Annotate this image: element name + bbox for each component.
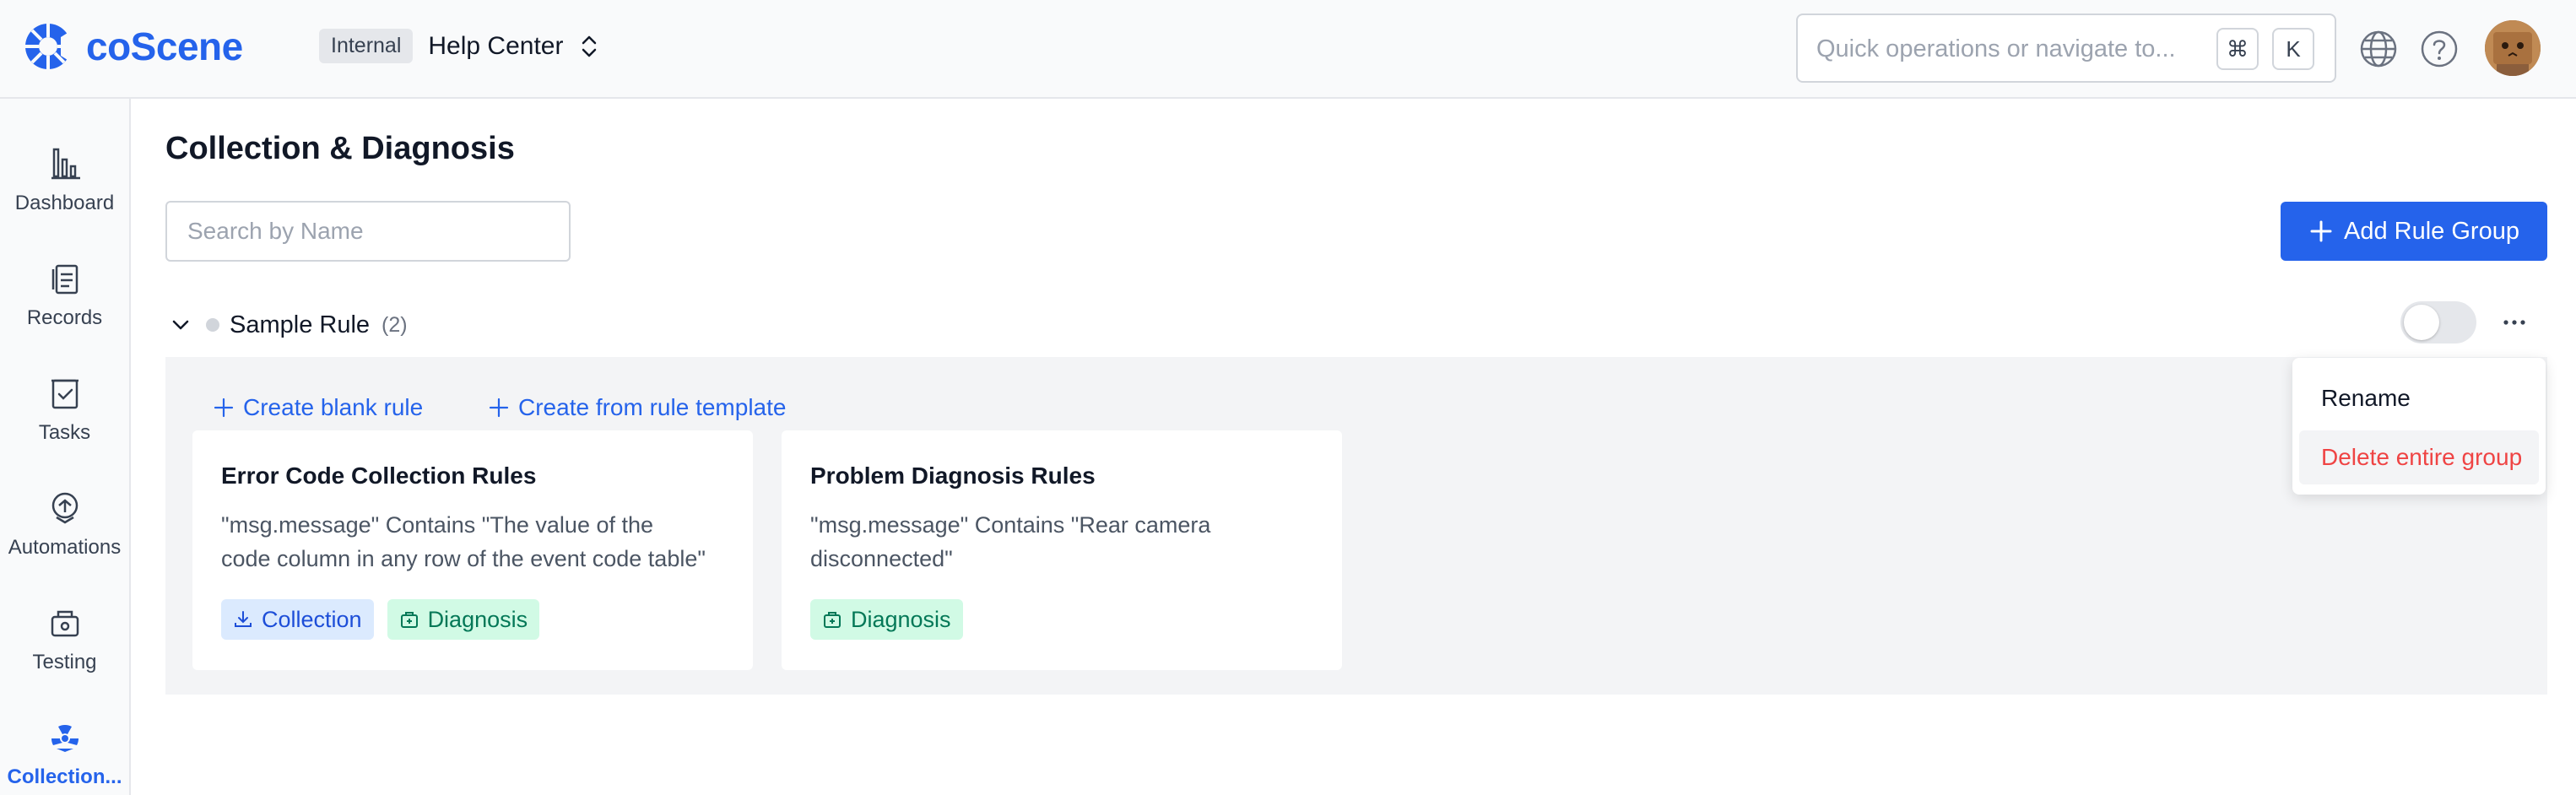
project-visibility-badge: Internal: [319, 29, 414, 63]
toggle-knob: [2404, 305, 2439, 340]
more-horizontal-icon[interactable]: [2500, 308, 2529, 337]
help-icon[interactable]: [2419, 29, 2460, 69]
globe-icon[interactable]: [2358, 29, 2399, 69]
plus-icon: [214, 398, 234, 418]
collection-tag-label: Collection: [262, 606, 362, 632]
rule-group-actions-menu: Rename Delete entire group: [2292, 358, 2546, 495]
sidebar-item-label: Automations: [8, 536, 122, 559]
diagnosis-tag-label: Diagnosis: [851, 606, 951, 632]
shortcut-k-key: K: [2272, 28, 2314, 70]
automation-icon: [51, 492, 78, 524]
avatar-image-icon: [2485, 20, 2541, 76]
sidebar-item-automations[interactable]: Automations: [0, 458, 129, 568]
rule-description: "msg.message" Contains "Rear camera disc…: [810, 508, 1308, 576]
user-avatar[interactable]: [2485, 20, 2541, 76]
rule-description: "msg.message" Contains "The value of the…: [221, 508, 719, 576]
search-by-name-input[interactable]: [165, 201, 571, 262]
chevron-up-down-icon: [582, 35, 597, 57]
rule-description-line: code column in any row of the event code…: [221, 546, 706, 571]
rule-title: Problem Diagnosis Rules: [810, 462, 1096, 489]
collection-icon: [51, 724, 78, 752]
diagnosis-kit-icon: [400, 612, 418, 628]
sidebar-item-records[interactable]: Records: [0, 229, 129, 338]
collection-tag: Collection: [221, 599, 374, 640]
diagnosis-tag-label: Diagnosis: [427, 606, 528, 632]
rule-group-count: (2): [382, 312, 408, 337]
chevron-down-icon[interactable]: [169, 313, 192, 337]
shortcut-cmd-key: ⌘: [2216, 28, 2259, 70]
rule-tags: Collection Diagnosis: [221, 599, 553, 640]
create-from-template-label: Create from rule template: [518, 394, 787, 420]
create-from-template-link[interactable]: Create from rule template: [488, 394, 786, 421]
sidebar-item-label: Records: [26, 306, 103, 329]
rule-description-line: "msg.message" Contains "Rear camera: [810, 512, 1211, 538]
page-title: Collection & Diagnosis: [165, 131, 515, 166]
quick-search-input[interactable]: Quick operations or navigate to... ⌘ K: [1796, 14, 2336, 83]
add-rule-group-button[interactable]: Add Rule Group: [2281, 202, 2547, 261]
sidebar-item-label: Tasks: [38, 421, 91, 444]
group-status-dot: [206, 318, 219, 332]
sidebar-item-tasks[interactable]: Tasks: [0, 343, 129, 453]
plus-icon: [489, 398, 509, 418]
brand-logo[interactable]: coScene: [22, 20, 243, 73]
create-blank-rule-label: Create blank rule: [243, 394, 424, 420]
sidebar-item-label: Collection...: [7, 765, 122, 788]
sidebar-item-label: Testing: [32, 651, 97, 673]
add-rule-group-label: Add Rule Group: [2344, 217, 2519, 245]
rule-title: Error Code Collection Rules: [221, 462, 537, 489]
sidebar-item-collection[interactable]: Collection...: [0, 688, 129, 795]
download-tray-icon: [235, 611, 252, 627]
sidebar-item-dashboard[interactable]: Dashboard: [0, 114, 129, 224]
tasks-icon: [51, 379, 78, 409]
delete-group-menu-item[interactable]: Delete entire group: [2299, 430, 2539, 484]
project-switcher[interactable]: Internal Help Center: [319, 29, 600, 63]
top-bar: coScene Internal Help Center Quick opera…: [0, 0, 2576, 99]
rule-description-line: "msg.message" Contains "The value of the: [221, 512, 654, 538]
create-blank-rule-link[interactable]: Create blank rule: [213, 394, 423, 421]
testing-icon: [51, 610, 78, 637]
rename-menu-item[interactable]: Rename: [2299, 371, 2539, 425]
rule-group-header[interactable]: Sample Rule (2): [165, 304, 408, 346]
project-name: Help Center: [428, 31, 564, 60]
diagnosis-tag: Diagnosis: [810, 599, 963, 640]
quick-search-placeholder: Quick operations or navigate to...: [1816, 35, 2176, 62]
diagnosis-kit-icon: [824, 612, 841, 628]
sidebar: Dashboard Records Tasks Automations Test…: [0, 99, 131, 795]
sidebar-item-label: Dashboard: [14, 192, 115, 214]
rule-group-enable-toggle[interactable]: [2400, 301, 2476, 343]
diagnosis-tag: Diagnosis: [387, 599, 540, 640]
rule-group-name: Sample Rule: [230, 311, 371, 338]
records-icon: [51, 264, 78, 295]
rule-card[interactable]: Problem Diagnosis Rules "msg.message" Co…: [782, 430, 1342, 670]
rule-group-body: Create blank rule Create from rule templ…: [165, 357, 2547, 695]
rule-description-line: disconnected": [810, 546, 953, 571]
coscene-logo-icon: [25, 24, 74, 69]
sidebar-item-testing[interactable]: Testing: [0, 573, 129, 683]
plus-icon: [2310, 220, 2332, 242]
brand-name: coScene: [86, 24, 243, 68]
rule-tags: Diagnosis: [810, 599, 977, 640]
rule-card[interactable]: Error Code Collection Rules "msg.message…: [192, 430, 753, 670]
bar-chart-icon: [51, 148, 80, 180]
